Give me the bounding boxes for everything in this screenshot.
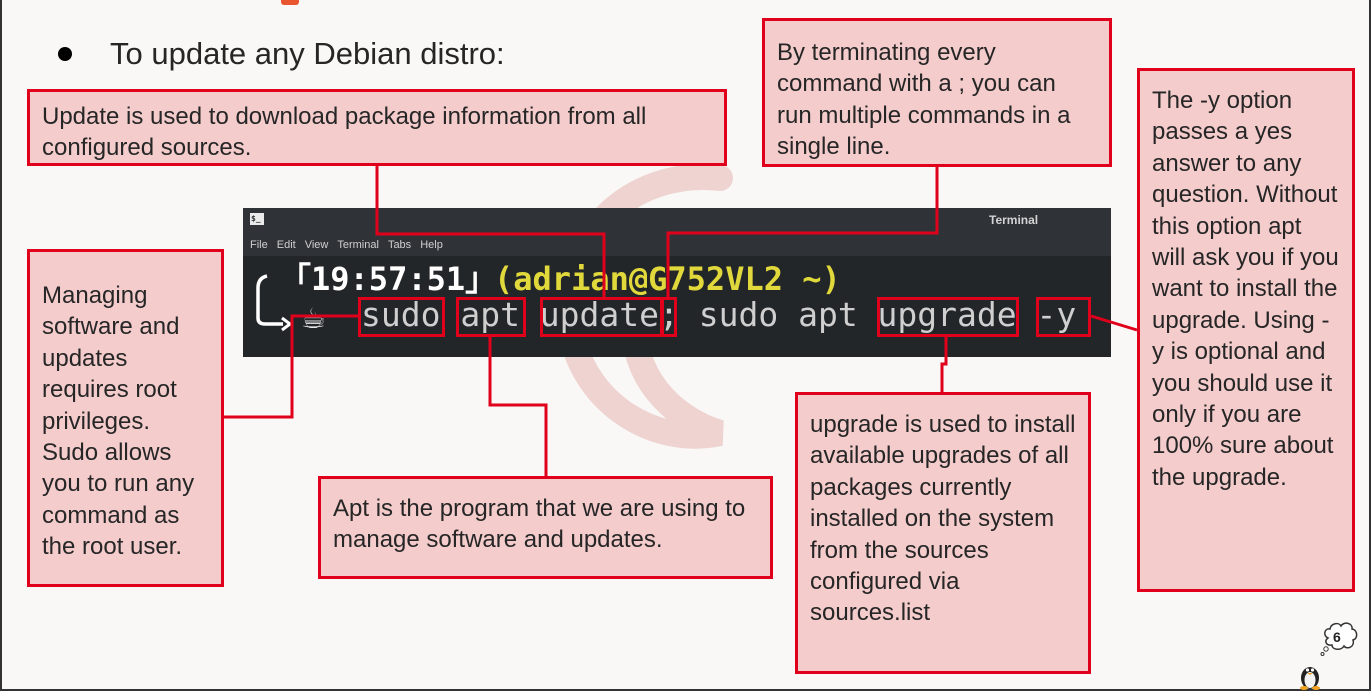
menu-terminal[interactable]: Terminal	[337, 239, 379, 251]
bullet-text: To update any Debian distro:	[110, 36, 505, 71]
tux-penguin-icon	[1300, 667, 1320, 690]
prompt-user-host: (adrian@G752VL2 ~)	[494, 260, 841, 298]
callout-semicolon: By terminating every command with a ; yo…	[762, 18, 1112, 167]
top-accent-bar	[281, 0, 299, 5]
terminal-title: Terminal	[989, 213, 1039, 227]
coffee-cup-icon: ☕	[301, 302, 327, 335]
highlight-upgrade	[877, 297, 1019, 337]
prompt-time: 「19:57:51」	[279, 260, 498, 298]
callout-sudo: Managing software and updates requires r…	[27, 249, 224, 587]
callout-upgrade: upgrade is used to install available upg…	[795, 392, 1091, 674]
highlight-update	[540, 297, 664, 337]
callout-y-option: The -y option passes a yes answer to any…	[1137, 68, 1355, 592]
highlight-sudo	[358, 297, 445, 337]
menu-tabs[interactable]: Tabs	[388, 239, 411, 251]
bullet-dot-icon	[58, 47, 72, 61]
highlight-semicolon	[660, 297, 677, 337]
terminal-menubar: File Edit View Terminal Tabs Help	[243, 234, 1111, 256]
terminal-titlebar: $_ Terminal	[243, 208, 1111, 234]
menu-view[interactable]: View	[305, 239, 329, 251]
highlight-y	[1036, 297, 1091, 337]
bullet-item: To update any Debian distro:	[58, 36, 505, 72]
menu-help[interactable]: Help	[420, 239, 443, 251]
highlight-apt	[456, 297, 526, 337]
page-number: 6	[1333, 629, 1341, 645]
callout-apt: Apt is the program that we are using to …	[318, 476, 773, 579]
terminal-app-icon: $_	[250, 213, 264, 225]
callout-update: Update is used to download package infor…	[27, 89, 727, 166]
menu-file[interactable]: File	[250, 239, 268, 251]
menu-edit[interactable]: Edit	[277, 239, 296, 251]
